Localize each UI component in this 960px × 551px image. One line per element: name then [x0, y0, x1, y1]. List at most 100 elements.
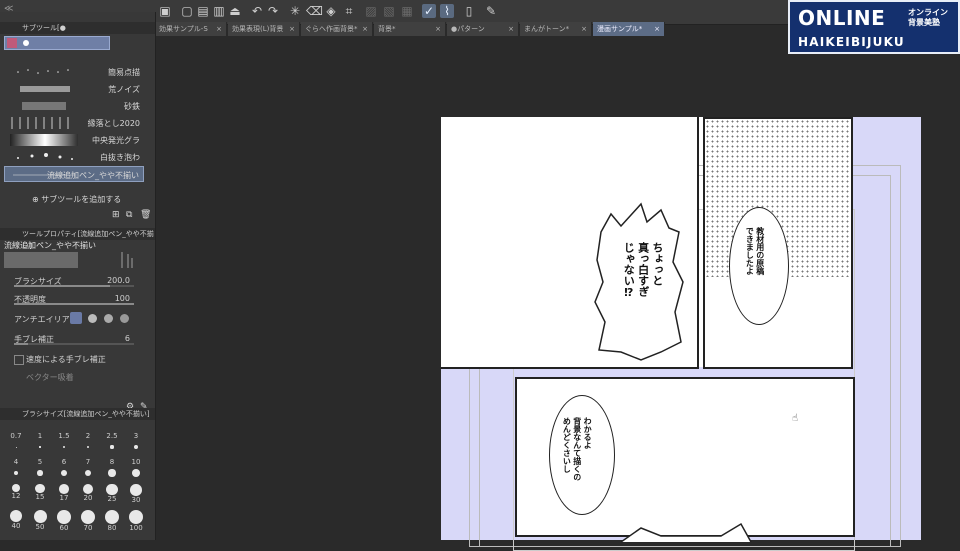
close-icon[interactable]: × — [216, 22, 222, 36]
brush-size-dot — [35, 484, 45, 494]
tab-4[interactable]: 背景* × — [374, 22, 446, 36]
tab-2[interactable]: 効果表現(L)背景 × — [228, 22, 300, 36]
new-file-icon[interactable]: ▢ — [180, 4, 194, 18]
tab-5[interactable]: ●パターン × — [447, 22, 519, 36]
opacity-value[interactable]: 100 — [115, 294, 130, 303]
save-file-icon[interactable]: ▥ — [212, 4, 226, 18]
close-icon[interactable]: × — [581, 22, 587, 36]
brush-size-preset[interactable]: 10 — [124, 458, 148, 480]
crop-icon[interactable]: ⌗ — [342, 4, 356, 18]
brush-size-preset[interactable]: 0.7 — [4, 432, 28, 454]
stroke-brush-icon[interactable]: ⌇ — [440, 4, 454, 18]
brush-size-preset[interactable]: 4 — [4, 458, 28, 480]
dot-icon — [23, 40, 29, 46]
fill-icon[interactable]: ◈ — [324, 4, 338, 18]
brush-size-preset[interactable]: 70 — [76, 510, 100, 532]
brush-size-preset[interactable]: 5 — [28, 458, 52, 480]
stroke-preview-icon — [11, 117, 69, 129]
brush-size-preset[interactable]: 3 — [124, 432, 148, 454]
camera-icon[interactable]: ▣ — [158, 4, 172, 18]
subtool-item[interactable]: 縁落とし2020 — [4, 115, 144, 131]
close-icon[interactable]: × — [654, 22, 660, 36]
brush-size-preset[interactable]: 30 — [124, 484, 148, 506]
brush-size-preset[interactable]: 50 — [28, 510, 52, 532]
export-icon[interactable]: ⏏ — [228, 4, 242, 18]
brush-size-preset[interactable]: 2 — [76, 432, 100, 454]
brush-size-slider[interactable] — [14, 285, 134, 287]
hand-cursor-icon: ☝ — [792, 413, 799, 424]
brush-preview — [4, 252, 78, 268]
checkbox[interactable] — [14, 355, 24, 365]
vector-snap-row[interactable]: ベクター吸着 — [4, 370, 144, 384]
subtool-item[interactable]: 白抜き泡わ — [4, 149, 144, 165]
open-file-icon[interactable]: ▤ — [196, 4, 210, 18]
subtool-label: 砂鉄 — [124, 102, 140, 111]
transform-icon[interactable]: ✳ — [288, 4, 302, 18]
subtool-item[interactable]: 砂鉄 — [4, 98, 144, 114]
tab-6[interactable]: まんがトーン* × — [520, 22, 592, 36]
close-icon[interactable]: × — [508, 22, 514, 36]
subtool-group-tab[interactable] — [4, 36, 110, 50]
brush-size-preset[interactable]: 6 — [52, 458, 76, 480]
subtool-item[interactable]: 中央発光グラ — [4, 132, 144, 148]
brush-size-preset[interactable]: 2.5 — [100, 432, 124, 454]
brush-size-label: 15 — [35, 493, 45, 502]
brush-size-preset[interactable]: 17 — [52, 484, 76, 506]
manga-page-canvas[interactable]: ちょっと 真っ白すぎ じゃない⁉ 教材用の原稿 できましたよ わかるよ 背景なん… — [441, 117, 921, 551]
brush-size-preset[interactable]: 1 — [28, 432, 52, 454]
select-mask-icon[interactable]: ▦ — [400, 4, 414, 18]
brush-size-preset[interactable]: 7 — [76, 458, 100, 480]
antialias-medium-button[interactable] — [104, 314, 113, 323]
speed-stabilization-row[interactable]: 速度による手ブレ補正 — [4, 352, 144, 366]
brush-size-preset[interactable]: 60 — [52, 510, 76, 532]
stabilization-slider[interactable] — [14, 343, 134, 345]
brush-size-preset[interactable]: 12 — [4, 484, 28, 506]
tab-1[interactable]: 効果サンプル-S × — [155, 22, 227, 36]
brush-size-dot — [105, 510, 119, 524]
undo-icon[interactable]: ↶ — [250, 4, 264, 18]
redo-icon[interactable]: ↷ — [266, 4, 280, 18]
brush-size-preset[interactable]: 20 — [76, 484, 100, 506]
brush-size-row[interactable]: ブラシサイズ 200.0 — [4, 274, 144, 288]
brush-size-preset[interactable]: 25 — [100, 484, 124, 506]
device-icon[interactable]: ▯ — [462, 4, 476, 18]
brush-size-label: 100 — [129, 524, 143, 532]
copy-subtool-icon[interactable]: ⧉ — [126, 210, 132, 220]
stroke-settings-icon[interactable]: ✎ — [484, 4, 498, 18]
brush-size-preset[interactable]: 80 — [100, 510, 124, 532]
brush-size-preset[interactable]: 100 — [124, 510, 148, 532]
subtool-item[interactable]: 簡易点描 — [4, 64, 144, 80]
new-subtool-icon[interactable]: ⊞ — [112, 210, 120, 220]
antialias-strong-button[interactable] — [120, 314, 129, 323]
stabilization-value[interactable]: 6 — [125, 334, 130, 343]
antialias-weak-button[interactable] — [88, 314, 97, 323]
clear-icon[interactable]: ⌫ — [306, 4, 323, 18]
antialias-row[interactable]: アンチエイリアス — [4, 312, 144, 326]
close-icon[interactable]: × — [362, 22, 368, 36]
antialias-none-button[interactable] — [70, 312, 82, 324]
add-subtool-button[interactable]: ⊕ サブツールを追加する — [32, 194, 121, 205]
tab-label: ぐらへ作画背景* — [305, 25, 358, 33]
close-icon[interactable]: × — [435, 22, 441, 36]
brush-size-dot — [33, 510, 47, 523]
subtool-item-selected[interactable]: 流線追加ペン_やや不揃い — [4, 166, 144, 182]
subtool-label: 縁落とし2020 — [87, 119, 140, 128]
tab-3[interactable]: ぐらへ作画背景* × — [301, 22, 373, 36]
stabilization-row[interactable]: 手ブレ補正 6 — [4, 332, 144, 346]
select-invert-icon[interactable]: ▧ — [382, 4, 396, 18]
brush-size-preset[interactable]: 40 — [4, 510, 28, 532]
close-icon[interactable]: × — [289, 22, 295, 36]
brush-size-dot — [63, 446, 65, 448]
vector-brush-icon[interactable]: ✓ — [422, 4, 436, 18]
opacity-slider[interactable] — [14, 303, 134, 305]
opacity-row[interactable]: 不透明度 100 — [4, 292, 144, 306]
brush-size-label: 8 — [109, 458, 115, 466]
brush-size-preset[interactable]: 15 — [28, 484, 52, 506]
brush-size-value[interactable]: 200.0 — [107, 276, 130, 285]
tab-7-active[interactable]: 漫画サンプル* × — [593, 22, 665, 36]
brush-size-preset[interactable]: 1.5 — [52, 432, 76, 454]
trash-icon[interactable]: 🗑 — [140, 210, 151, 220]
select-none-icon[interactable]: ▨ — [364, 4, 378, 18]
brush-size-preset[interactable]: 8 — [100, 458, 124, 480]
subtool-item[interactable]: 荒ノイズ — [4, 81, 144, 97]
